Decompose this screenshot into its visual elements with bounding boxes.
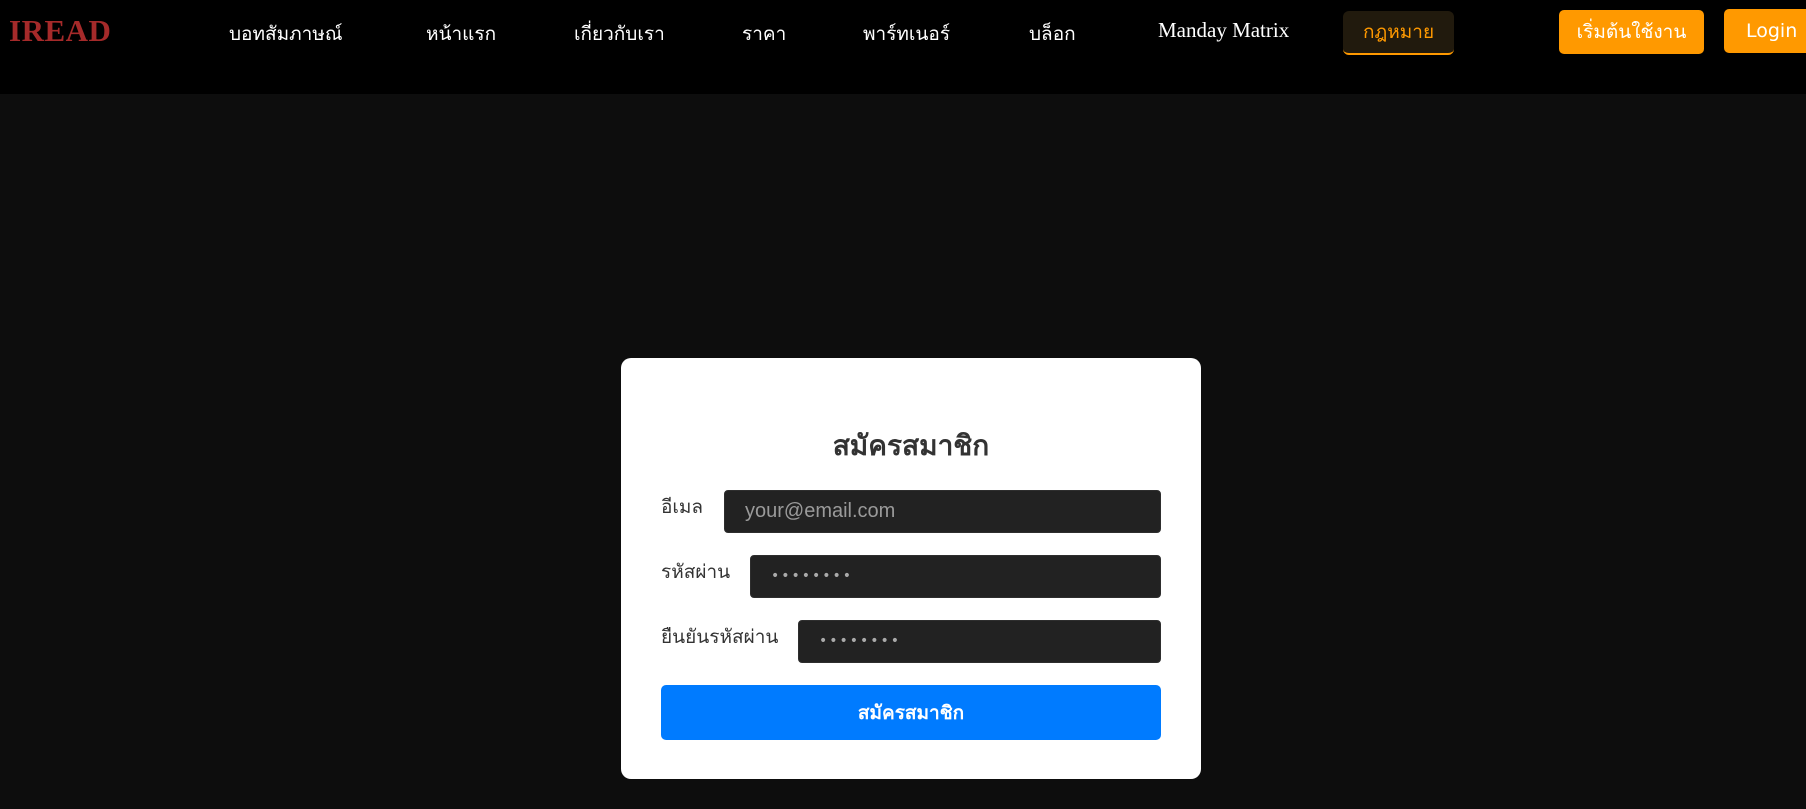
password-input[interactable]: •••••••• <box>750 555 1161 598</box>
email-input[interactable] <box>724 490 1161 533</box>
top-navbar: IREAD บอทสัมภาษณ์ หน้าแรก เกี่ยวกับเรา ร… <box>0 0 1806 94</box>
signup-submit-button[interactable]: สมัครสมาชิก <box>661 685 1161 740</box>
get-started-button[interactable]: เริ่มต้นใช้งาน <box>1559 10 1704 54</box>
nav-item-partners[interactable]: พาร์ทเนอร์ <box>863 19 950 49</box>
confirm-password-input[interactable]: •••••••• <box>798 620 1161 663</box>
signup-title: สมัครสมาชิก <box>832 429 990 462</box>
signup-card: สมัครสมาชิก อีเมล รหัสผ่าน •••••••• ยืนย… <box>621 358 1201 779</box>
confirm-password-label: ยืนยันรหัสผ่าน <box>661 626 779 648</box>
nav-item-about[interactable]: เกี่ยวกับเรา <box>574 19 665 49</box>
brand-logo[interactable]: IREAD <box>9 13 111 49</box>
password-label: รหัสผ่าน <box>661 561 731 583</box>
nav-item-pricing[interactable]: ราคา <box>742 19 786 49</box>
nav-item-interview-bot[interactable]: บอทสัมภาษณ์ <box>229 19 342 49</box>
nav-item-legal[interactable]: กฎหมาย <box>1343 11 1455 55</box>
email-label: อีเมล <box>661 496 704 518</box>
nav-item-blog[interactable]: บล็อก <box>1029 19 1076 49</box>
login-button[interactable]: Login <box>1724 9 1806 53</box>
nav-item-home[interactable]: หน้าแรก <box>426 19 496 49</box>
nav-item-manday-matrix[interactable]: Manday Matrix <box>1158 18 1289 43</box>
